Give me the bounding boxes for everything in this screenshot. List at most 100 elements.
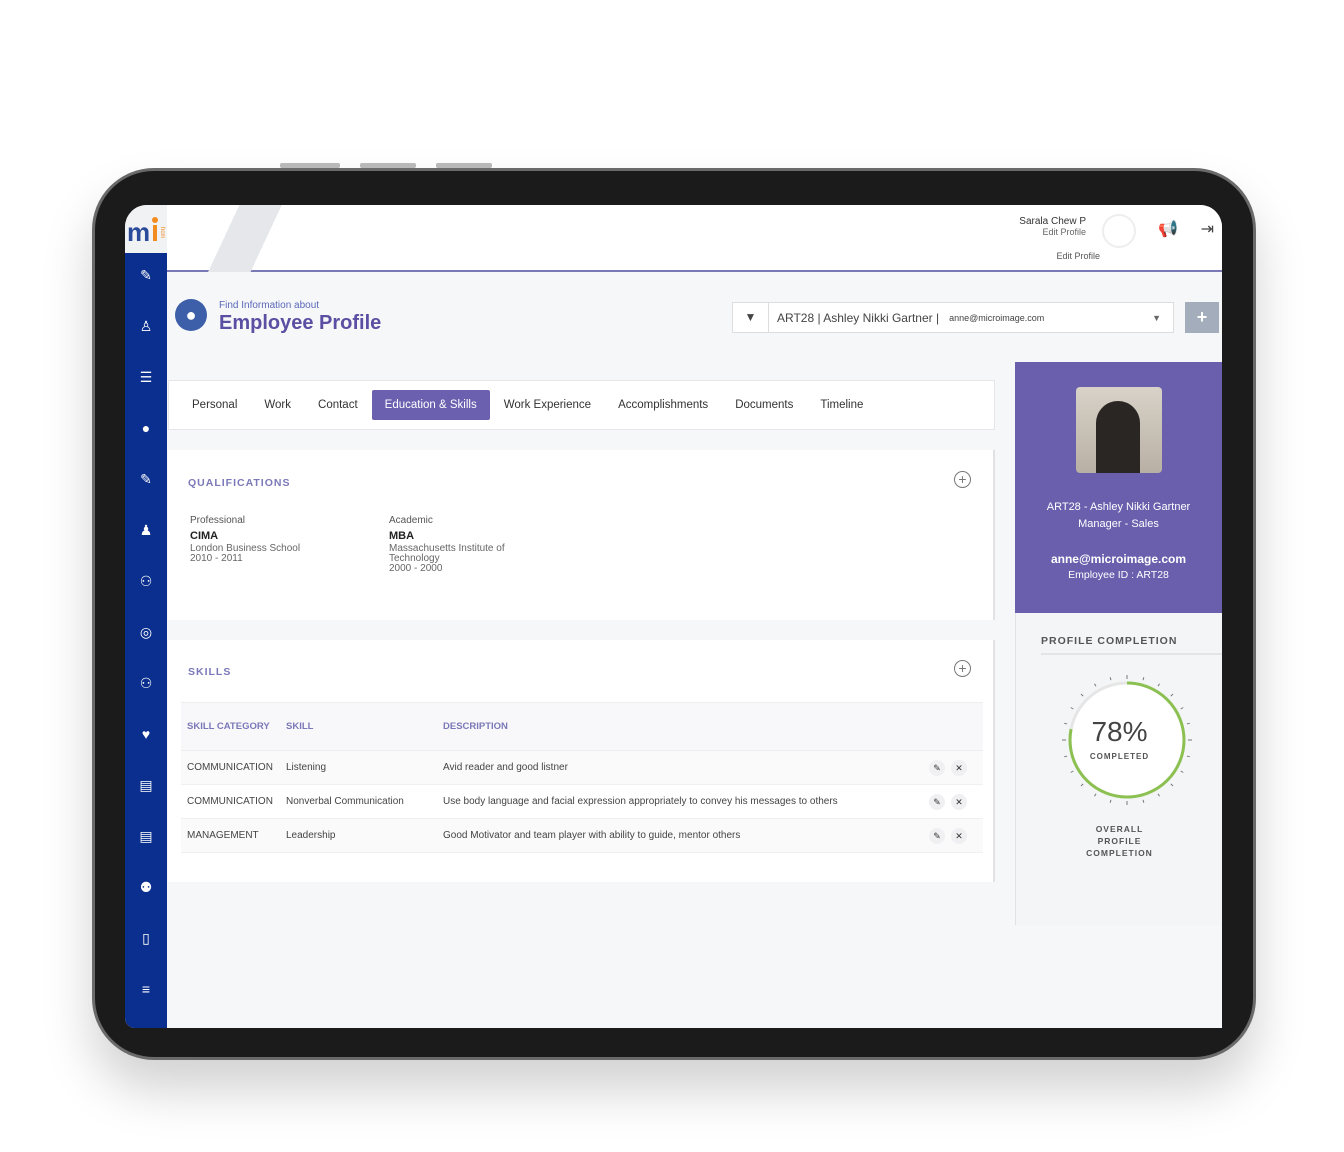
payroll-icon[interactable]: ▤: [137, 827, 155, 845]
add-button[interactable]: +: [1185, 302, 1219, 333]
qualification-type: Professional: [190, 515, 246, 526]
table-header: SKILL CATEGORY SKILL DESCRIPTION: [181, 702, 983, 751]
skill: Nonverbal Communication: [280, 784, 437, 819]
user-settings-icon[interactable]: ♟: [137, 521, 155, 539]
profile-completion-title: PROFILE COMPLETION: [1041, 635, 1222, 655]
qualification-name: MBA: [389, 530, 415, 542]
table-row: MANAGEMENT Leadership Good Motivator and…: [181, 818, 983, 853]
mi-hcm-logo[interactable]: m hcm: [125, 205, 167, 253]
delete-icon[interactable]: ✕: [951, 759, 967, 776]
checklist-icon[interactable]: ≡: [137, 980, 155, 998]
tab-documents[interactable]: Documents: [722, 390, 806, 420]
edit-icon[interactable]: ✎: [929, 793, 945, 810]
sidebar: ✎ ♙ ☰ ● ✎ ♟ ⚇ ◎ ⚇ ♥ ▤ ▤ ⚉ ▯ ≡: [125, 253, 167, 1028]
completed-label: COMPLETED: [1089, 752, 1150, 761]
gauge-tick: [1157, 793, 1160, 797]
gauge-tick: [1142, 799, 1145, 803]
qualification-institute: Massachusetts Institute of Technology: [389, 543, 505, 564]
profile-icon[interactable]: ●: [137, 419, 155, 437]
filter-icon[interactable]: ▼: [733, 303, 769, 332]
user-name: Sarala Chew P: [1019, 216, 1086, 227]
gauge-tick: [1070, 770, 1074, 773]
employee-icon[interactable]: ♙: [137, 317, 155, 335]
tab-work-experience[interactable]: Work Experience: [491, 390, 604, 420]
gauge-tick: [1070, 707, 1074, 710]
org-chart-icon[interactable]: ⚇: [137, 674, 155, 692]
column-description: DESCRIPTION: [437, 702, 923, 751]
care-icon[interactable]: ♥: [137, 725, 155, 743]
page-subtitle: Find Information about: [219, 300, 320, 311]
tab-work[interactable]: Work: [251, 390, 304, 420]
delete-icon[interactable]: ✕: [951, 827, 967, 844]
employee-search-select[interactable]: ▼ ART28 | Ashley Nikki Gartner | anne@mi…: [732, 302, 1174, 333]
gauge-tick: [1180, 770, 1184, 773]
column-actions: [923, 702, 983, 751]
tab-timeline[interactable]: Timeline: [807, 390, 876, 420]
page-title: Employee Profile: [219, 312, 382, 334]
employee-summary-panel: ART28 - Ashley Nikki Gartner Manager - S…: [1015, 362, 1222, 613]
skills-table: SKILL CATEGORY SKILL DESCRIPTION COMMUNI…: [181, 702, 983, 853]
svg-text:hcm: hcm: [159, 227, 165, 238]
edit-profile-link[interactable]: Edit Profile: [1019, 227, 1086, 237]
skills-title: SKILLS: [188, 666, 232, 678]
edit-profile-link-2[interactable]: Edit Profile: [1056, 251, 1100, 261]
gauge-tick: [1094, 793, 1097, 797]
gauge-tick: [1080, 693, 1084, 697]
cv-icon[interactable]: ▯: [137, 929, 155, 947]
gauge-tick: [1170, 783, 1174, 787]
selected-employee-email: anne@microimage.com: [949, 312, 1045, 323]
edit-icon[interactable]: ✎: [137, 470, 155, 488]
top-header: ⌂ Sarala Chew P Edit Profile Edit Profil…: [167, 205, 1222, 272]
skill-description: Use body language and facial expression …: [437, 784, 923, 819]
add-qualification-icon[interactable]: +: [954, 471, 971, 488]
team-icon[interactable]: ⚉: [137, 878, 155, 896]
logout-icon[interactable]: ⇥: [1201, 219, 1214, 239]
payment-icon[interactable]: ▤: [137, 776, 155, 794]
gauge-tick: [1109, 677, 1112, 681]
user-avatar[interactable]: [1102, 214, 1136, 248]
tab-contact[interactable]: Contact: [305, 390, 371, 420]
profile-completion-panel: PROFILE COMPLETION 78% COMPLETED OVERALL…: [1015, 613, 1222, 925]
qualification-name: CIMA: [190, 530, 219, 542]
employee-name: ART28 - Ashley Nikki Gartner: [1046, 501, 1191, 513]
chevron-down-icon[interactable]: ▼: [1152, 313, 1161, 323]
gauge-tick: [1080, 783, 1084, 787]
table-row: COMMUNICATION Nonverbal Communication Us…: [181, 784, 983, 819]
table-row: COMMUNICATION Listening Avid reader and …: [181, 750, 983, 785]
employee-role: Manager - Sales: [1078, 518, 1159, 530]
fingerprint-icon[interactable]: ◎: [137, 623, 155, 641]
skill-description: Avid reader and good listner: [437, 750, 923, 785]
tab-education-skills[interactable]: Education & Skills: [371, 390, 490, 420]
skill-category: COMMUNICATION: [181, 750, 280, 785]
gauge-tick: [1094, 683, 1097, 687]
employee-id: Employee ID : ART28: [1068, 569, 1169, 581]
megaphone-icon[interactable]: 📢: [1158, 219, 1178, 239]
skill-category: COMMUNICATION: [181, 784, 280, 819]
qualifications-title: QUALIFICATIONS: [188, 477, 291, 489]
edit-icon[interactable]: ✎: [929, 759, 945, 776]
gauge-tick: [1109, 799, 1112, 803]
home-icon[interactable]: ⌂: [207, 217, 219, 240]
skill-description: Good Motivator and team player with abil…: [437, 818, 923, 853]
employee-email: anne@microimage.com: [1050, 552, 1187, 566]
delete-icon[interactable]: ✕: [951, 793, 967, 810]
gauge-tick: [1142, 677, 1145, 681]
list-icon[interactable]: ☰: [137, 368, 155, 386]
skill: Leadership: [280, 818, 437, 853]
skills-card: SKILLS + SKILL CATEGORY SKILL DESCRIPTIO…: [168, 640, 995, 882]
user-info: Sarala Chew P Edit Profile: [1019, 216, 1086, 237]
profile-tabs: Personal Work Contact Education & Skills…: [168, 380, 995, 430]
tab-personal[interactable]: Personal: [179, 390, 250, 420]
tab-accomplishments[interactable]: Accomplishments: [605, 390, 721, 420]
edit-icon[interactable]: ✎: [929, 827, 945, 844]
add-skill-icon[interactable]: +: [954, 660, 971, 677]
completion-percent: 78%: [1091, 716, 1148, 747]
selected-employee: ART28 | Ashley Nikki Gartner |: [777, 310, 940, 325]
org-icon[interactable]: ⚇: [137, 572, 155, 590]
qualifications-card: QUALIFICATIONS + Professional CIMA Londo…: [168, 450, 995, 620]
notes-icon[interactable]: ✎: [137, 266, 155, 284]
skill: Listening: [280, 750, 437, 785]
gauge-tick: [1180, 707, 1184, 710]
qualification-item: Professional CIMA London Business School…: [190, 516, 300, 564]
employee-profile-icon: ●: [175, 299, 207, 331]
